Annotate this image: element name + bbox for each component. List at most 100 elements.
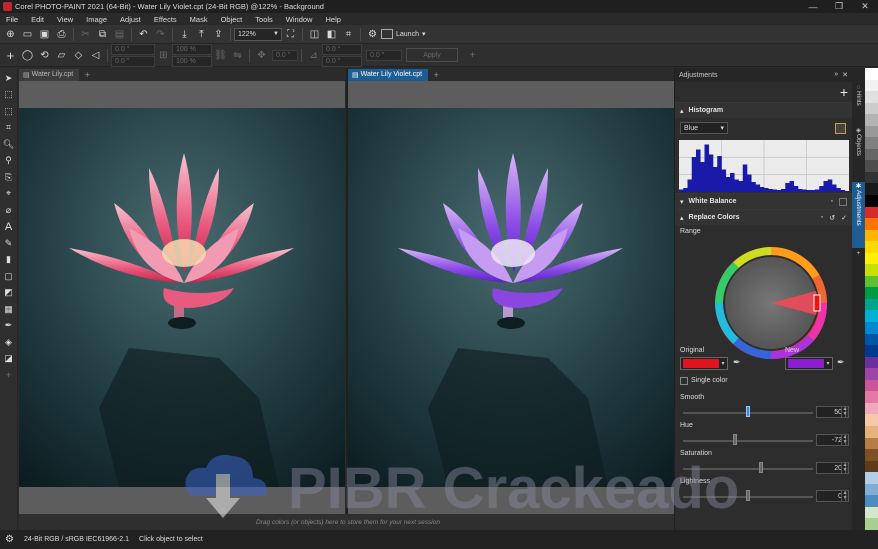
fill-tool-icon[interactable]: ◈ bbox=[1, 334, 17, 351]
liquify-tool-icon[interactable]: ⌀ bbox=[1, 202, 17, 219]
menu-edit[interactable]: Edit bbox=[25, 15, 51, 24]
palette-color-swatch[interactable] bbox=[865, 229, 878, 242]
original-eyedropper-icon[interactable]: ✒ bbox=[733, 357, 741, 368]
palette-color-swatch[interactable] bbox=[865, 379, 878, 392]
clone-tool-icon[interactable]: ⎘ bbox=[1, 169, 17, 186]
palette-color-swatch[interactable] bbox=[865, 183, 878, 196]
zoom-tool-icon[interactable]: 🔍︎ bbox=[1, 136, 17, 153]
side-tab-hints[interactable]: ◌ Hints bbox=[852, 84, 865, 118]
saturation-spin-arrows[interactable]: ▲ ▼ bbox=[841, 462, 849, 474]
menu-mask[interactable]: Mask bbox=[184, 15, 215, 24]
checker-transparency-icon[interactable]: ▦ bbox=[1, 301, 17, 318]
color-range-wheel[interactable] bbox=[711, 243, 831, 363]
show-objects-icon[interactable]: ◧ bbox=[323, 27, 340, 42]
enable-checkbox-checked[interactable]: ✓ bbox=[841, 214, 847, 222]
histogram-channel-select[interactable]: Blue ▾ bbox=[680, 122, 728, 134]
palette-color-swatch[interactable] bbox=[865, 402, 878, 415]
water-lily-violet-photo[interactable] bbox=[348, 108, 675, 487]
undo-icon[interactable]: ↶ bbox=[135, 27, 152, 42]
palette-color-swatch[interactable] bbox=[865, 206, 878, 219]
palette-color-swatch[interactable] bbox=[865, 241, 878, 253]
palette-color-swatch[interactable] bbox=[865, 298, 878, 311]
import-icon[interactable]: ⤓ bbox=[176, 27, 193, 42]
menu-effects[interactable]: Effects bbox=[148, 15, 184, 24]
range-handle[interactable] bbox=[813, 294, 821, 312]
menu-file[interactable]: File bbox=[0, 15, 25, 24]
hue-spin-arrows[interactable]: ▲ ▼ bbox=[841, 434, 849, 446]
rotation-center-field[interactable]: 0.0 " bbox=[272, 49, 298, 61]
zoom-fit-icon[interactable]: ⛶ bbox=[282, 27, 299, 42]
docker-close-icon[interactable]: ✕ bbox=[842, 71, 848, 79]
rotate-icon[interactable]: ⟲ bbox=[36, 48, 53, 63]
smooth-spin-arrows[interactable]: ▲ ▼ bbox=[841, 406, 849, 418]
position-x-field[interactable]: 0.0 " bbox=[111, 43, 155, 55]
hue-slider-thumb[interactable] bbox=[733, 434, 738, 445]
save-icon[interactable]: ▣ bbox=[36, 27, 53, 42]
mask-transform-tool-icon[interactable]: ⬚ bbox=[1, 103, 17, 120]
add-plus-icon[interactable]: + bbox=[464, 48, 481, 63]
document-tab[interactable]: ▤ Water Lily.cpt bbox=[19, 68, 80, 81]
menu-object[interactable]: Object bbox=[215, 15, 250, 24]
open-icon[interactable]: ▭ bbox=[19, 27, 36, 42]
scale-width-field[interactable]: 100 % bbox=[172, 43, 212, 55]
visibility-icon[interactable]: ◦ bbox=[821, 214, 823, 222]
options-gear-icon[interactable]: ⚙ bbox=[364, 27, 381, 42]
export-to-icon[interactable]: ⇪ bbox=[210, 27, 227, 42]
menu-help[interactable]: Help bbox=[319, 15, 347, 24]
lock-ratio-icon[interactable]: ⊞ bbox=[155, 48, 172, 63]
pick-tool-icon[interactable]: ➤ bbox=[1, 70, 17, 87]
crop-icon[interactable]: ⌗ bbox=[340, 27, 357, 42]
palette-color-swatch[interactable] bbox=[865, 114, 878, 126]
color-swatches-icon[interactable]: ◪ bbox=[1, 351, 17, 368]
menu-view[interactable]: View bbox=[51, 15, 80, 24]
replace-colors-section-header[interactable]: ▴ Replace Colors ◦ ↺ ✓ bbox=[675, 209, 852, 225]
touchup-brush-icon[interactable]: ⌖ bbox=[1, 186, 17, 203]
palette-color-swatch[interactable] bbox=[865, 68, 878, 80]
red-eye-tool-icon[interactable]: ⚲ bbox=[1, 153, 17, 170]
add-tool-icon[interactable]: + bbox=[1, 367, 17, 384]
palette-color-swatch[interactable] bbox=[865, 148, 878, 161]
menu-adjust[interactable]: Adjust bbox=[114, 15, 148, 24]
palette-color-swatch[interactable] bbox=[865, 91, 878, 103]
proportional-icon[interactable]: ⛓ bbox=[212, 48, 229, 63]
palette-color-swatch[interactable] bbox=[865, 368, 878, 380]
side-tab-add[interactable]: + bbox=[852, 250, 865, 262]
side-tab-adjustments[interactable]: ✱ Adjustments bbox=[852, 182, 865, 248]
lightness-slider-thumb[interactable] bbox=[746, 490, 750, 501]
close-button[interactable]: ✕ bbox=[852, 0, 878, 13]
print-icon[interactable]: ⎙ bbox=[53, 27, 70, 42]
palette-color-swatch[interactable] bbox=[865, 345, 878, 357]
object-transparency-tool-icon[interactable]: ◩ bbox=[1, 285, 17, 302]
palette-color-swatch[interactable] bbox=[865, 333, 878, 346]
status-gear-icon[interactable]: ⚙ bbox=[5, 534, 14, 545]
side-tab-objects[interactable]: ◈ Objects bbox=[852, 126, 865, 174]
histogram-section-header[interactable]: ▴ Histogram bbox=[675, 102, 852, 118]
palette-color-swatch[interactable] bbox=[865, 171, 878, 184]
palette-color-swatch[interactable] bbox=[865, 472, 878, 484]
anchor-icon[interactable]: ✥ bbox=[253, 48, 270, 63]
palette-color-swatch[interactable] bbox=[865, 460, 878, 473]
crop-tool-icon[interactable]: ⌗ bbox=[1, 120, 17, 137]
zoom-level-dropdown[interactable]: 122% ▼ bbox=[234, 27, 282, 41]
palette-color-swatch[interactable] bbox=[865, 79, 878, 92]
palette-color-swatch[interactable] bbox=[865, 195, 878, 207]
saturation-slider-track[interactable] bbox=[683, 468, 813, 470]
palette-color-swatch[interactable] bbox=[865, 437, 878, 450]
flip-icon[interactable]: ⇋ bbox=[229, 48, 246, 63]
smooth-slider-thumb[interactable] bbox=[746, 406, 750, 417]
original-color-picker[interactable]: ▾ bbox=[680, 357, 728, 370]
palette-color-swatch[interactable] bbox=[865, 425, 878, 438]
rectangle-tool-icon[interactable]: ▢ bbox=[1, 268, 17, 285]
extra-field[interactable]: 0.0 " bbox=[366, 49, 402, 61]
new-tab-icon[interactable]: + bbox=[82, 70, 92, 80]
distort-icon[interactable]: ◇ bbox=[70, 48, 87, 63]
palette-color-swatch[interactable] bbox=[865, 356, 878, 369]
palette-color-swatch[interactable] bbox=[865, 218, 878, 230]
skew-icon[interactable]: ▱ bbox=[53, 48, 70, 63]
new-eyedropper-icon[interactable]: ✒ bbox=[837, 357, 845, 368]
text-tool-icon[interactable]: A bbox=[1, 219, 17, 236]
docker-collapse-icon[interactable]: » bbox=[834, 71, 838, 79]
palette-color-swatch[interactable] bbox=[865, 483, 878, 496]
reset-icon[interactable]: ↺ bbox=[829, 214, 835, 222]
hue-slider-track[interactable] bbox=[683, 440, 813, 442]
